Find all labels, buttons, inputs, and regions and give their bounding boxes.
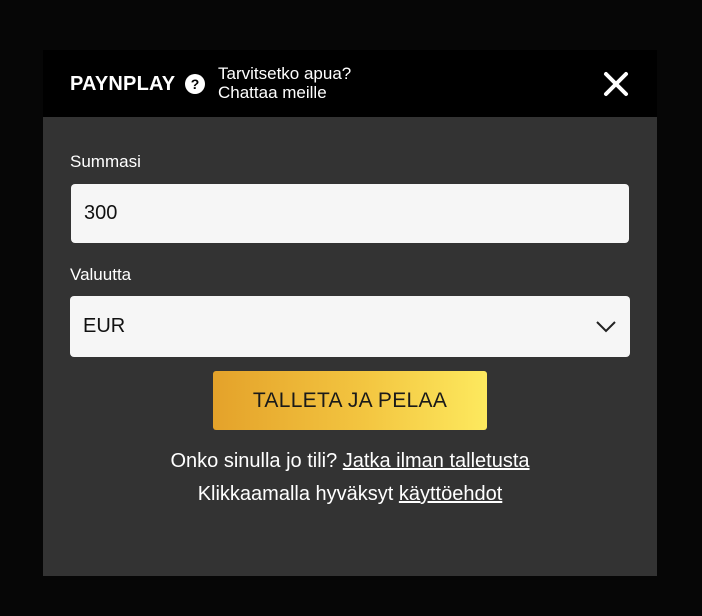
close-button[interactable] [601, 69, 631, 99]
modal-header: PAYNPLAY ? Tarvitsetko apua? Chattaa mei… [43, 50, 657, 117]
question-circle-icon[interactable]: ? [185, 74, 205, 94]
terms-link[interactable]: käyttöehdot [399, 483, 502, 505]
deposit-modal: PAYNPLAY ? Tarvitsetko apua? Chattaa mei… [43, 50, 657, 576]
deposit-and-play-button[interactable]: TALLETA JA PELAA [213, 371, 487, 430]
close-icon[interactable] [601, 69, 631, 99]
chevron-down-icon [596, 320, 616, 332]
continue-without-deposit-link[interactable]: Jatka ilman talletusta [343, 450, 530, 472]
currency-select[interactable]: EUR [70, 296, 630, 357]
account-prompt: Onko sinulla jo tili? Jatka ilman tallet… [43, 448, 657, 474]
currency-value: EUR [83, 315, 126, 337]
brand-title: PAYNPLAY [70, 73, 176, 95]
chat-help-link[interactable]: Tarvitsetko apua? Chattaa meille [218, 64, 351, 102]
terms-text: Klikkaamalla hyväksyt [197, 483, 394, 505]
terms-prompt: Klikkaamalla hyväksyt käyttöehdot [43, 481, 657, 507]
amount-input[interactable] [71, 184, 629, 243]
help-line-1[interactable]: Tarvitsetko apua? [218, 64, 351, 83]
help-line-2[interactable]: Chattaa meille [218, 83, 351, 102]
amount-label: Summasi [70, 152, 141, 171]
account-text: Onko sinulla jo tili? [170, 450, 338, 472]
currency-label: Valuutta [70, 265, 132, 284]
